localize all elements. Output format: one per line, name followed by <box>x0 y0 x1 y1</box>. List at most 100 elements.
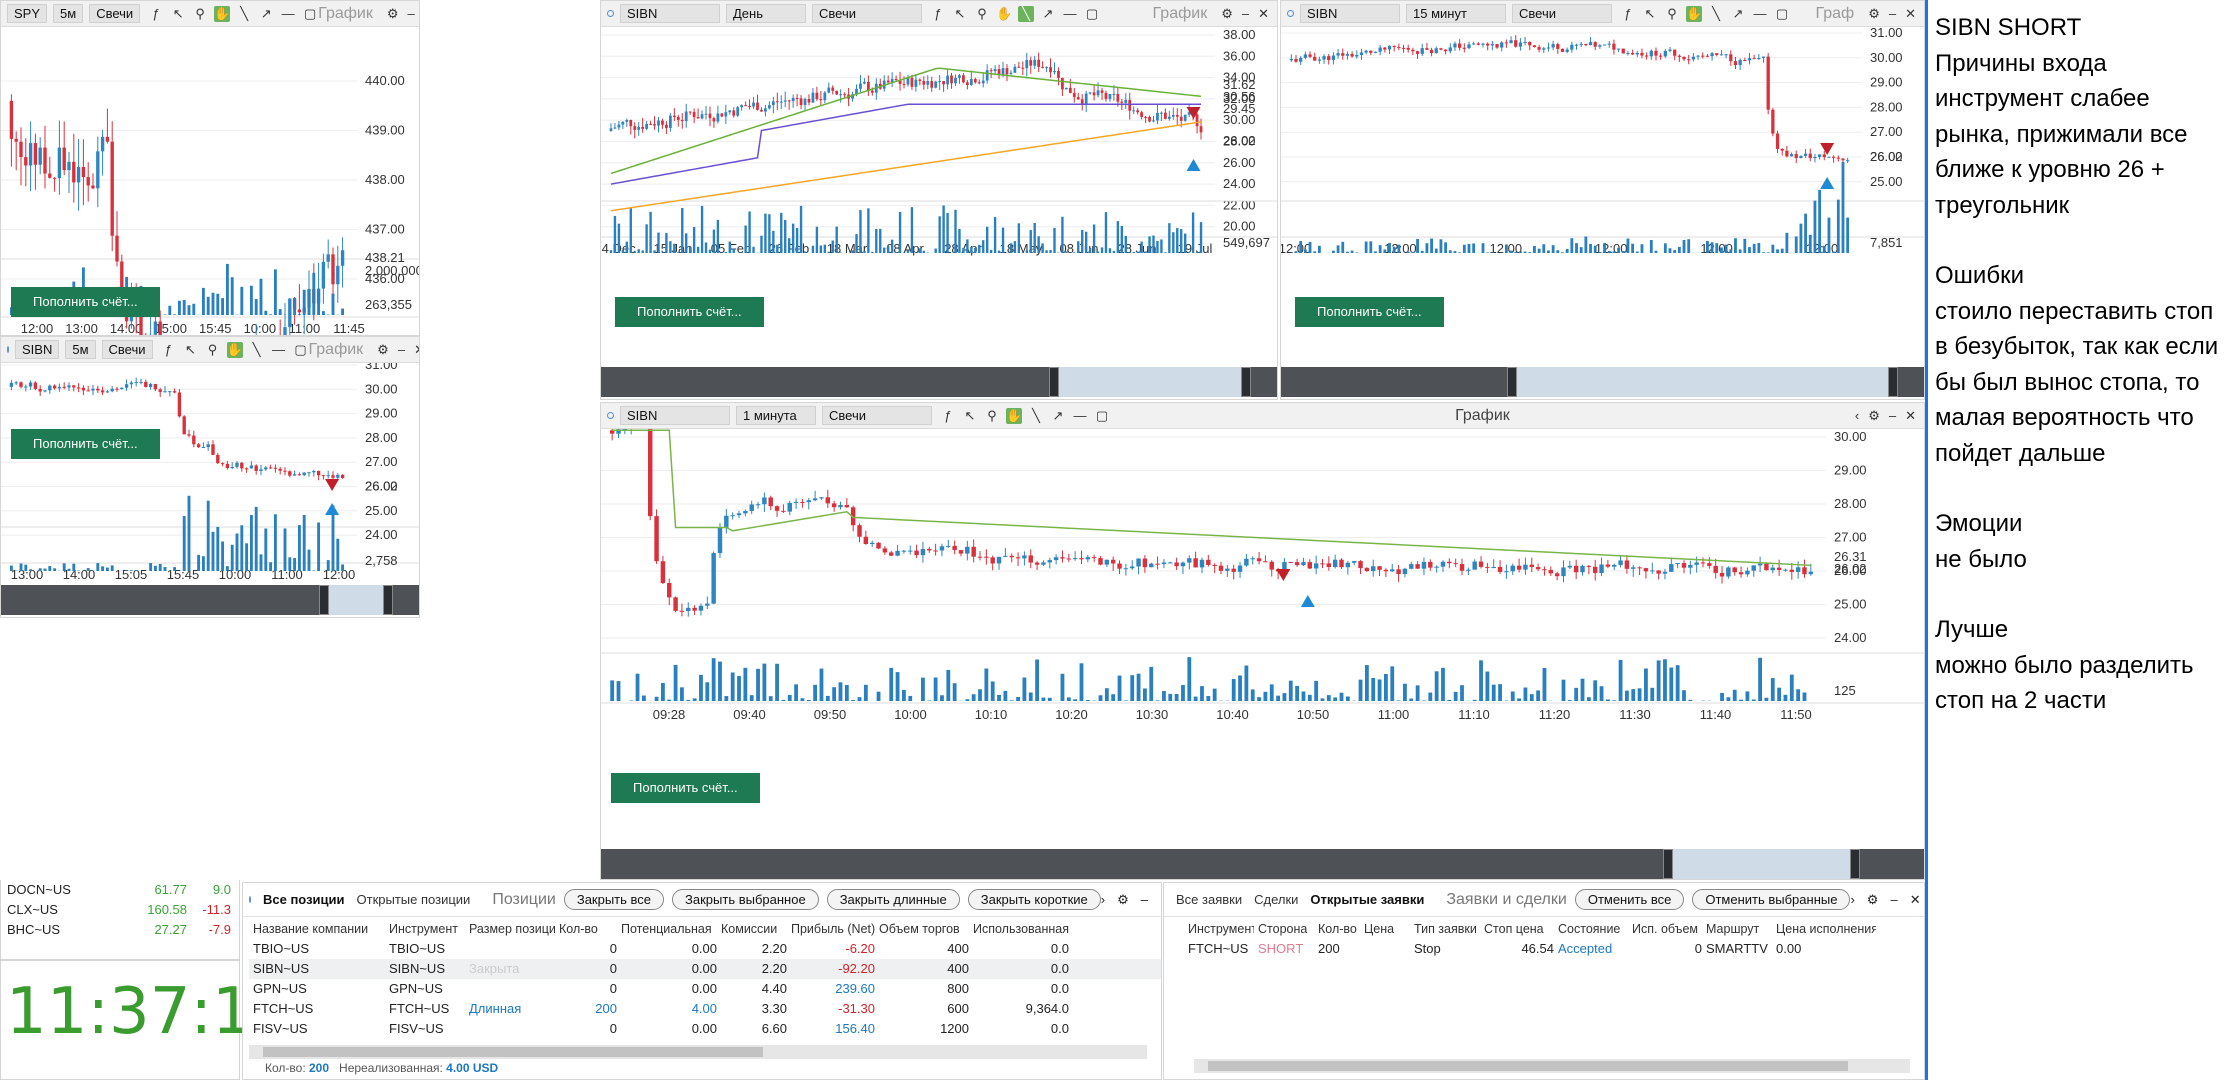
cursor-icon[interactable]: ↖ <box>952 6 968 22</box>
chart-type-select[interactable]: Свечи <box>812 4 922 23</box>
fund-account-button[interactable]: Пополнить счёт... <box>1295 297 1444 327</box>
line-tool-icon[interactable]: ╲ <box>1708 6 1724 22</box>
arrow-tool-icon[interactable]: ↗ <box>1050 408 1066 424</box>
link-icon[interactable] <box>607 10 614 17</box>
hline-tool-icon[interactable]: — <box>1072 408 1088 424</box>
line-tool-icon[interactable]: ╲ <box>1018 5 1034 22</box>
zoom-icon[interactable]: ⚲ <box>974 6 990 22</box>
hand-icon[interactable]: ✋ <box>226 341 243 358</box>
fund-account-button[interactable]: Пополнить счёт... <box>11 429 160 459</box>
zoom-icon[interactable]: ⚲ <box>205 342 221 358</box>
arrow-tool-icon[interactable]: ↗ <box>258 6 274 22</box>
close-icon[interactable]: ✕ <box>1258 6 1269 22</box>
cursor-icon[interactable]: ↖ <box>170 6 186 22</box>
hline-tool-icon[interactable]: — <box>1062 6 1078 22</box>
column-header[interactable]: Сторона <box>1254 919 1314 939</box>
cursor-icon[interactable]: ↖ <box>1642 6 1658 22</box>
rect-tool-icon[interactable]: ▢ <box>293 342 309 358</box>
line-tool-icon[interactable]: ╲ <box>236 6 252 22</box>
line-tool-icon[interactable]: ╲ <box>249 342 265 358</box>
column-header[interactable]: Инструмент <box>385 919 465 939</box>
link-icon[interactable] <box>1287 10 1294 17</box>
arrow-tool-icon[interactable]: ↗ <box>1730 6 1746 22</box>
interval-select[interactable]: 1 минута <box>736 406 816 425</box>
symbol-select[interactable]: SIBN <box>620 4 720 23</box>
column-header[interactable]: Кол-во <box>555 919 617 939</box>
table-row[interactable]: SIBN~US SIBN~US Закрыта 0 0.00 2.20 -92.20 400 0… <box>249 959 1161 979</box>
indicator-icon[interactable]: ƒ <box>161 342 177 358</box>
navigator[interactable] <box>601 849 1924 879</box>
symbol-select[interactable]: SIBN <box>620 406 730 425</box>
column-header[interactable]: Комиссии <box>717 919 787 939</box>
navigator[interactable] <box>1281 367 1924 397</box>
symbol-select[interactable]: SIBN <box>1300 4 1400 23</box>
close-selected-button[interactable]: Закрыть выбранное <box>672 889 819 910</box>
gear-icon[interactable]: ⚙ <box>1867 892 1879 908</box>
table-row[interactable]: GPN~US GPN~US 0 0.00 4.40 239.60 800 0.0 <box>249 979 1161 999</box>
chart-type-select[interactable]: Свечи <box>822 406 932 425</box>
hand-icon[interactable]: ✋ <box>214 5 230 22</box>
interval-select[interactable]: 5м <box>53 4 84 23</box>
hline-tool-icon[interactable]: — <box>271 342 287 358</box>
chevron-right-icon[interactable]: › <box>1850 892 1854 908</box>
rect-tool-icon[interactable]: ▢ <box>1774 6 1790 22</box>
positions-scrollbar[interactable] <box>249 1045 1147 1059</box>
column-header[interactable]: Маршрут <box>1702 919 1772 939</box>
fund-account-button[interactable]: Пополнить счёт... <box>615 297 764 327</box>
chevron-left-icon[interactable]: ‹ <box>1855 408 1859 424</box>
watchlist-row[interactable]: CLX~US 160.58 -11.3 <box>7 900 233 920</box>
rect-tool-icon[interactable]: ▢ <box>1094 408 1110 424</box>
minimize-icon[interactable]: – <box>1889 6 1896 22</box>
fund-account-button[interactable]: Пополнить счёт... <box>611 773 760 803</box>
chart-type-select[interactable]: Свечи <box>1512 4 1612 23</box>
gear-icon[interactable]: ⚙ <box>377 342 389 358</box>
hand-icon[interactable]: ✋ <box>1006 407 1022 424</box>
column-header[interactable]: Размер позиции <box>465 919 555 939</box>
watchlist-row[interactable]: DOCN~US 61.77 9.0 <box>7 880 233 900</box>
link-icon[interactable] <box>249 896 251 903</box>
tab-all-orders[interactable]: Все заявки <box>1176 892 1242 907</box>
interval-select[interactable]: 15 минут <box>1406 4 1506 23</box>
column-header[interactable]: Кол-во <box>1314 919 1360 939</box>
indicator-icon[interactable]: ƒ <box>940 408 956 424</box>
price-chart[interactable]: 30.00 29.00 28.00 27.00 26.00 25.00 24.00 09:28… <box>601 429 1924 851</box>
column-header[interactable]: Инструмент <box>1184 919 1254 939</box>
table-row[interactable]: FISV~US FISV~US 0 0.00 6.60 156.40 1200 0.0 <box>249 1019 1161 1039</box>
close-icon[interactable]: ✕ <box>1910 892 1921 908</box>
rect-tool-icon[interactable]: ▢ <box>302 6 318 22</box>
tab-open-positions[interactable]: Открытые позиции <box>357 892 471 907</box>
interval-select[interactable]: 5м <box>65 340 96 359</box>
rect-tool-icon[interactable]: ▢ <box>1084 6 1100 22</box>
link-icon[interactable] <box>7 346 9 353</box>
close-icon[interactable]: ✕ <box>1905 408 1916 424</box>
column-header[interactable]: Название компании <box>249 919 385 939</box>
indicator-icon[interactable]: ƒ <box>930 6 946 22</box>
navigator[interactable] <box>1 585 419 615</box>
table-row[interactable]: FTCH~US FTCH~US Длинная 200 4.00 3.30 -31.30 60… <box>249 999 1161 1019</box>
gear-icon[interactable]: ⚙ <box>1868 408 1880 424</box>
close-long-button[interactable]: Закрыть длинные <box>826 889 960 910</box>
minimize-icon[interactable]: – <box>398 342 405 358</box>
close-icon[interactable]: ✕ <box>1160 892 1161 908</box>
cancel-all-button[interactable]: Отменить все <box>1574 889 1685 910</box>
column-header[interactable]: Цена исполнения <box>1772 919 1876 939</box>
fund-account-button[interactable]: Пополнить счёт... <box>11 287 160 317</box>
column-header[interactable]: Цена <box>1360 919 1410 939</box>
minimize-icon[interactable]: – <box>1890 892 1897 908</box>
arrow-tool-icon[interactable]: ↗ <box>1040 6 1056 22</box>
hline-tool-icon[interactable]: — <box>1752 6 1768 22</box>
zoom-icon[interactable]: ⚲ <box>192 6 208 22</box>
close-all-button[interactable]: Закрыть все <box>563 889 665 910</box>
table-row[interactable]: TBIO~US TBIO~US 0 0.00 2.20 -6.20 400 0.0 <box>249 939 1161 959</box>
chart-type-select[interactable]: Свечи <box>89 4 141 23</box>
tab-open-orders[interactable]: Открытые заявки <box>1310 892 1424 907</box>
gear-icon[interactable]: ⚙ <box>1221 6 1233 22</box>
column-header[interactable]: Тип заявки <box>1410 919 1480 939</box>
line-tool-icon[interactable]: ╲ <box>1028 408 1044 424</box>
gear-icon[interactable]: ⚙ <box>387 6 399 22</box>
close-icon[interactable]: ✕ <box>1905 6 1916 22</box>
zoom-icon[interactable]: ⚲ <box>984 408 1000 424</box>
minimize-icon[interactable]: – <box>1141 892 1148 908</box>
hand-icon[interactable]: ✋ <box>1686 5 1702 22</box>
zoom-icon[interactable]: ⚲ <box>1664 6 1680 22</box>
